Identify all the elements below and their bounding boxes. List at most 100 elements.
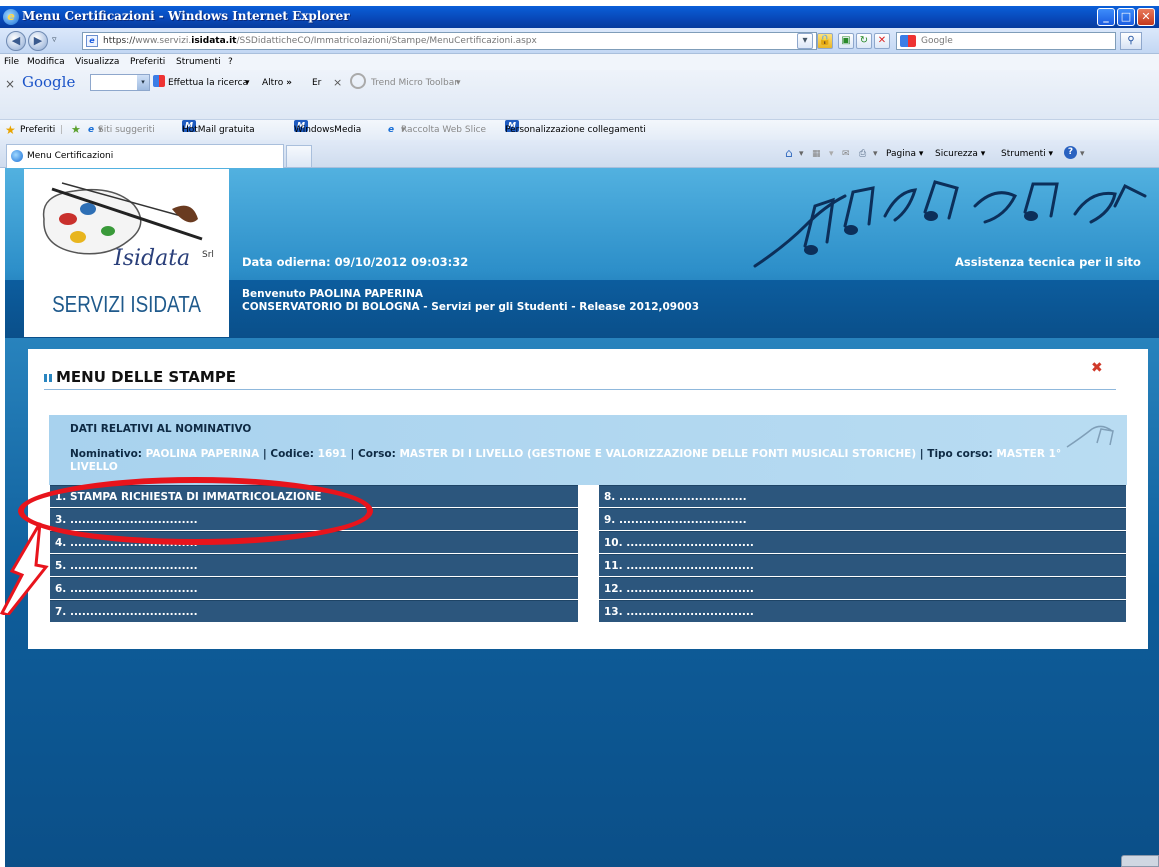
search-input[interactable]: Google — [896, 32, 1116, 50]
ie-tab-icon — [11, 150, 23, 162]
page-icon: e — [86, 35, 98, 47]
trend-close-icon[interactable]: × — [333, 76, 342, 89]
menu-pagina-label: Pagina — [886, 149, 916, 159]
google-dropdown-icon[interactable]: ▾ — [137, 75, 149, 90]
home-dropdown-icon[interactable]: ▾ — [799, 149, 804, 159]
palette-violin-icon: Isidata Srl — [42, 182, 214, 271]
student-details: Nominativo: PAOLINA PAPERINA | Codice: 1… — [70, 448, 1062, 473]
menu-item-8[interactable]: 8. ................................ — [599, 485, 1126, 507]
url-domain: isidata.it — [191, 36, 237, 46]
menu-item-13[interactable]: 13. ................................ — [599, 600, 1126, 622]
google-search-btn-icon — [153, 75, 165, 87]
google-er-button[interactable]: Er — [312, 78, 321, 88]
lock-icon[interactable]: 🔒 — [817, 33, 833, 49]
nominativo-label: Nominativo: — [70, 448, 142, 460]
compatibility-icon[interactable]: ▣ — [838, 33, 854, 49]
google-logo-text: Google — [22, 73, 76, 91]
favorites-button[interactable]: Preferiti — [20, 120, 55, 140]
tab-menu-certificazioni[interactable]: Menu Certificazioni — [6, 144, 284, 168]
logo-srl: Srl — [202, 250, 214, 260]
menu-preferiti[interactable]: Preferiti — [130, 54, 165, 70]
fav-webslice[interactable]: Raccolta Web Slice ▾ — [401, 120, 486, 140]
fav-windowsmedia-label: WindowsMedia — [294, 125, 362, 135]
google-search-icon — [900, 35, 916, 47]
site-header: Isidata Srl SERVIZI ISIDATA Data odierna… — [5, 168, 1159, 338]
fav-siti-suggeriti[interactable]: Siti suggeriti ▾ — [98, 120, 155, 140]
menu-item-9[interactable]: 9. ................................ — [599, 508, 1126, 530]
menu-item-10[interactable]: 10. ................................ — [599, 531, 1126, 553]
menu-sicurezza[interactable]: Sicurezza ▾ — [935, 149, 985, 159]
info-title: DATI RELATIVI AL NOMINATIVO — [70, 423, 252, 435]
trend-micro-toolbar[interactable]: Trend Micro Toolbar — [371, 78, 458, 88]
new-tab-button[interactable] — [286, 145, 312, 167]
menu-item-7[interactable]: 7. ................................ — [50, 600, 578, 622]
trend-dropdown-icon[interactable]: ▾ — [456, 78, 461, 88]
search-button[interactable]: ⚲ — [1120, 32, 1142, 50]
feeds-icon[interactable]: ▦ — [812, 149, 821, 159]
toolbar-close-icon[interactable]: × — [5, 77, 15, 91]
google-search-button[interactable]: Effettua la ricerca — [168, 78, 248, 88]
corso-value: MASTER DI I LIVELLO (GESTIONE E VALORIZZ… — [399, 448, 917, 460]
menu-sicurezza-label: Sicurezza — [935, 149, 978, 159]
print-dropdown-icon[interactable]: ▾ — [873, 149, 878, 159]
menu-help[interactable]: ? — [228, 54, 233, 70]
favorites-bar: ★ Preferiti | ★ e Siti suggeriti ▾ M HotM… — [0, 120, 1159, 140]
url-dropdown-icon[interactable]: ▾ — [797, 33, 813, 49]
menu-visualizza[interactable]: Visualizza — [75, 54, 119, 70]
menu-item-12[interactable]: 12. ................................ — [599, 577, 1126, 599]
google-search-dropdown[interactable]: ▾ — [245, 78, 250, 88]
isidata-logo: Isidata Srl SERVIZI ISIDATA — [24, 169, 229, 337]
menu-strumenti-cmd[interactable]: Strumenti ▾ — [1001, 149, 1053, 159]
menu-item-11[interactable]: 11. ................................ — [599, 554, 1126, 576]
title-divider — [44, 389, 1116, 390]
forward-button[interactable]: ▶ — [28, 31, 48, 51]
menu-pagina[interactable]: Pagina ▾ — [886, 149, 923, 159]
menu-item-5[interactable]: 5. ................................ — [50, 554, 578, 576]
feeds-dropdown-icon[interactable]: ▾ — [829, 149, 834, 159]
maximize-button[interactable]: □ — [1117, 8, 1135, 26]
mail-icon[interactable]: ✉ — [842, 149, 850, 159]
trend-micro-icon — [350, 73, 366, 89]
help-icon[interactable]: ? — [1064, 146, 1077, 159]
corso-label: Corso: — [358, 448, 396, 460]
welcome-message: Benvenuto PAOLINA PAPERINA — [242, 288, 423, 300]
refresh-icon[interactable]: ↻ — [856, 33, 872, 49]
home-icon[interactable]: ⌂ — [785, 146, 793, 160]
search-placeholder: Google — [921, 36, 953, 46]
fav-webslice-label: Raccolta Web Slice — [401, 125, 487, 135]
panel-title: MENU DELLE STAMPE — [44, 368, 236, 386]
technical-support-link[interactable]: Assistenza tecnica per il sito — [955, 255, 1141, 269]
menu-modifica[interactable]: Modifica — [27, 54, 65, 70]
tipo-corso-label: Tipo corso: — [927, 448, 993, 460]
print-icon[interactable]: ⎙ — [859, 149, 866, 159]
favbar-separator: | — [60, 125, 64, 135]
url-path: /SSDidatticheCO/Immatricolazioni/Stampe/… — [236, 36, 537, 46]
ie-small-icon: e — [388, 125, 395, 135]
institution-line: CONSERVATORIO DI BOLOGNA - Servizi per g… — [242, 301, 700, 313]
status-resize-grip[interactable] — [1121, 855, 1159, 867]
fav-personalizza-label: Personalizzazione collegamenti — [505, 125, 646, 135]
help-dropdown-icon[interactable]: ▾ — [1080, 149, 1085, 159]
window-titlebar: e Menu Certificazioni - Windows Internet… — [0, 6, 1159, 28]
add-favorite-icon[interactable]: ★ — [71, 120, 81, 140]
url-scheme: https:// — [103, 36, 136, 46]
menu-file[interactable]: File — [4, 54, 19, 70]
menu-strumenti[interactable]: Strumenti — [176, 54, 221, 70]
tab-title: Menu Certificazioni — [27, 151, 114, 161]
back-button[interactable]: ◀ — [6, 31, 26, 51]
highlight-ellipse — [18, 477, 373, 545]
close-window-button[interactable]: ✕ — [1137, 8, 1155, 26]
stop-icon[interactable]: ✕ — [874, 33, 890, 49]
minimize-button[interactable]: _ — [1097, 8, 1115, 26]
title-bullet-icon — [44, 373, 52, 382]
google-more-button[interactable]: Altro » — [262, 78, 292, 88]
nominativo-value: PAOLINA PAPERINA — [145, 448, 260, 460]
nav-dropdown-icon[interactable]: ▿ — [52, 35, 57, 45]
url-input[interactable]: e https://www.servizi.isidata.it/SSDidat… — [82, 32, 817, 50]
annotation-arrow — [0, 522, 49, 615]
fav-siti-label: Siti suggeriti — [98, 125, 155, 135]
menu-bar: File Modifica Visualizza Preferiti Strum… — [0, 54, 1159, 70]
star-icon: ★ — [5, 123, 16, 137]
menu-item-6[interactable]: 6. ................................ — [50, 577, 578, 599]
close-icon[interactable]: ✖ — [1091, 361, 1105, 375]
